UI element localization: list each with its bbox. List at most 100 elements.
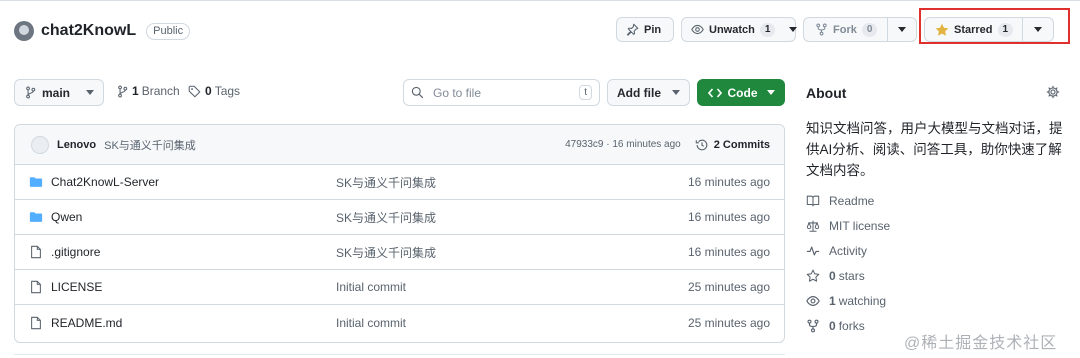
caret-down-icon (898, 27, 906, 32)
caret-down-icon (789, 27, 798, 32)
forks-label: forks (838, 319, 865, 333)
fork-button[interactable]: Fork 0 (803, 17, 917, 42)
caret-down-icon (672, 90, 680, 95)
activity-link[interactable]: Activity (806, 244, 867, 258)
commits-history-link[interactable]: 2 Commits (695, 138, 770, 152)
pin-button[interactable]: Pin (616, 17, 674, 42)
commits-label: 2 Commits (713, 138, 770, 151)
file-name[interactable]: Chat2KnowL-Server (51, 175, 337, 189)
file-updated-time: 25 minutes ago (687, 280, 770, 294)
owner-avatar[interactable] (14, 21, 34, 41)
watching-label: watching (838, 294, 887, 308)
branches-link[interactable]: 1 Branch (116, 84, 180, 98)
branch-icon (118, 85, 128, 97)
commit-meta[interactable]: 47933c9 · 16 minutes ago (565, 139, 681, 150)
file-commit-message[interactable]: SK与通义千问集成 (336, 244, 436, 261)
repo-description: 知识文档问答，用户大模型与文档对话，提供AI分析、阅读、问答工具，助你快速了解文… (806, 121, 1063, 178)
search-placeholder: Go to file (433, 85, 482, 100)
file-updated-time: 16 minutes ago (687, 175, 770, 189)
activity-label: Activity (829, 244, 868, 258)
code-label: Code (727, 85, 758, 100)
fork-count: 0 (861, 22, 878, 37)
pin-icon (626, 23, 639, 36)
branches-count: 1 (132, 84, 139, 98)
file-name[interactable]: README.md (51, 316, 337, 330)
highlight-annotation-box (919, 8, 1070, 44)
eye-icon (691, 24, 704, 35)
author-avatar[interactable] (31, 135, 49, 154)
caret-down-icon (766, 90, 775, 95)
scale-icon (806, 220, 820, 232)
add-file-label: Add file (617, 85, 661, 100)
tags-label: Tags (214, 84, 241, 98)
pulse-icon (806, 246, 820, 256)
folder-icon (29, 212, 43, 222)
file-updated-time: 16 minutes ago (687, 210, 770, 224)
watchers-link[interactable]: 1 watching (806, 294, 886, 308)
branch-icon (26, 86, 36, 99)
top-divider (0, 0, 1080, 4)
fork-label: Fork (833, 23, 857, 36)
file-commit-message[interactable]: SK与通义千问集成 (336, 209, 436, 226)
shortcut-hint: t (579, 85, 592, 100)
watch-dropdown[interactable] (782, 18, 804, 41)
file-icon (31, 280, 41, 294)
star-icon (806, 269, 820, 282)
watch-count: 1 (759, 22, 776, 37)
unwatch-button[interactable]: Unwatch 1 (681, 17, 798, 42)
file-row[interactable]: Chat2KnowL-Server SK与通义千问集成 16 minutes a… (15, 165, 784, 200)
latest-commit-bar: Lenovo SK与通义千问集成 47933c9 · 16 minutes ag… (15, 125, 784, 165)
stars-link[interactable]: 0 stars (806, 269, 865, 283)
file-commit-message[interactable]: SK与通义千问集成 (336, 174, 436, 191)
file-row[interactable]: .gitignore SK与通义千问集成 16 minutes ago (15, 235, 784, 270)
add-file-button[interactable]: Add file (607, 79, 690, 106)
tag-icon (188, 85, 201, 97)
repo-header: chat2KnowL Public (14, 20, 191, 42)
go-to-file-search[interactable]: Go to file t (403, 79, 600, 106)
license-link[interactable]: MIT license (806, 219, 890, 233)
eye-icon (806, 296, 820, 306)
file-row[interactable]: LICENSE Initial commit 25 minutes ago (15, 270, 784, 305)
history-icon (695, 139, 708, 150)
file-row[interactable]: Qwen SK与通义千问集成 16 minutes ago (15, 200, 784, 235)
branch-selector[interactable]: main (14, 79, 104, 106)
unwatch-label: Unwatch (709, 23, 755, 36)
file-updated-time: 16 minutes ago (687, 245, 770, 259)
file-icon (31, 316, 41, 329)
watching-count: 1 (829, 294, 836, 308)
fork-dropdown[interactable] (888, 18, 916, 41)
visibility-badge: Public (146, 22, 191, 40)
file-commit-message[interactable]: Initial commit (336, 316, 406, 330)
file-name[interactable]: .gitignore (51, 245, 337, 259)
stars-count: 0 (829, 269, 836, 283)
caret-down-icon (86, 90, 94, 95)
commit-author[interactable]: Lenovo (57, 139, 96, 151)
file-icon (31, 245, 41, 259)
file-updated-time: 25 minutes ago (687, 315, 770, 330)
about-heading: About (806, 85, 847, 101)
book-icon (806, 195, 820, 207)
file-name[interactable]: LICENSE (51, 280, 337, 294)
folder-icon (29, 177, 43, 187)
branches-label: Branch (141, 84, 180, 98)
forks-link[interactable]: 0 forks (806, 319, 865, 333)
file-table: Lenovo SK与通义千问集成 47933c9 · 16 minutes ag… (14, 124, 785, 343)
forks-count: 0 (829, 319, 836, 333)
code-button[interactable]: Code (697, 79, 785, 106)
license-label: MIT license (829, 219, 891, 233)
watermark: @稀土掘金技术社区 (904, 335, 1058, 352)
fork-icon (816, 23, 827, 36)
file-name[interactable]: Qwen (51, 210, 337, 224)
file-commit-message[interactable]: Initial commit (336, 280, 406, 294)
file-row[interactable]: README.md Initial commit 25 minutes ago (15, 305, 784, 340)
search-icon (411, 86, 424, 99)
stars-label: stars (838, 269, 865, 283)
readme-link[interactable]: Readme (806, 194, 874, 208)
repo-name[interactable]: chat2KnowL (41, 22, 136, 40)
tags-link[interactable]: 0 Tags (188, 84, 240, 98)
fork-icon (807, 319, 819, 333)
pin-label: Pin (644, 23, 662, 36)
section-divider (14, 354, 785, 355)
gear-icon[interactable] (1046, 85, 1060, 99)
commit-message[interactable]: SK与通义千问集成 (104, 137, 196, 153)
